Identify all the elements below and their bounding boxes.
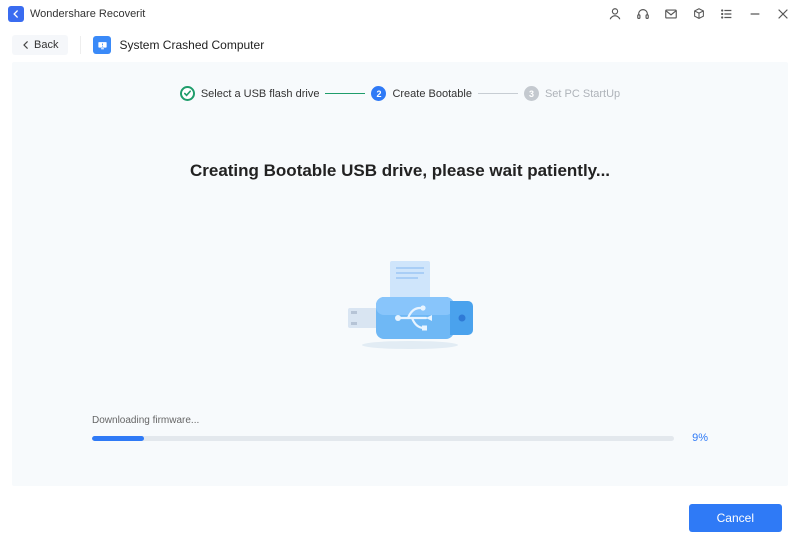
back-button[interactable]: Back — [12, 35, 68, 55]
breadcrumb-label: System Crashed Computer — [119, 38, 264, 52]
step-3-circle: 3 — [524, 86, 539, 101]
main-panel: Select a USB flash drive 2 Create Bootab… — [12, 62, 788, 486]
progress-percent: 9% — [684, 432, 708, 444]
step-2: 2 Create Bootable — [371, 86, 472, 101]
monitor-alert-icon — [97, 40, 108, 51]
close-icon[interactable] — [776, 7, 790, 21]
page-title: Creating Bootable USB drive, please wait… — [12, 161, 788, 181]
stepper: Select a USB flash drive 2 Create Bootab… — [12, 86, 788, 101]
back-label: Back — [34, 39, 58, 51]
minimize-icon[interactable] — [748, 7, 762, 21]
sub-header: Back System Crashed Computer — [0, 28, 800, 62]
progress-status: Downloading firmware... — [92, 415, 708, 426]
progress-area: Downloading firmware... 9% — [92, 415, 708, 444]
title-bar-right — [608, 7, 790, 21]
step-3: 3 Set PC StartUp — [524, 86, 620, 101]
app-logo — [8, 6, 24, 22]
check-icon — [183, 89, 192, 98]
title-bar-left: Wondershare Recoverit — [8, 6, 145, 22]
chevron-left-icon — [22, 41, 30, 49]
usb-drive-icon — [310, 261, 490, 351]
headset-icon[interactable] — [636, 7, 650, 21]
step-line-1 — [325, 93, 365, 95]
app-title: Wondershare Recoverit — [30, 8, 145, 20]
cancel-button[interactable]: Cancel — [689, 504, 782, 532]
step-2-circle: 2 — [371, 86, 386, 101]
step-3-label: Set PC StartUp — [545, 88, 620, 100]
progress-row: 9% — [92, 432, 708, 444]
crashed-computer-icon — [93, 36, 111, 54]
step-1-label: Select a USB flash drive — [201, 88, 320, 100]
step-1-circle — [180, 86, 195, 101]
mail-icon[interactable] — [664, 7, 678, 21]
user-icon[interactable] — [608, 7, 622, 21]
progress-bar — [92, 436, 674, 441]
list-icon[interactable] — [720, 7, 734, 21]
title-bar: Wondershare Recoverit — [0, 0, 800, 28]
progress-fill — [92, 436, 144, 441]
package-icon[interactable] — [692, 7, 706, 21]
step-1: Select a USB flash drive — [180, 86, 320, 101]
arrow-left-icon — [11, 9, 21, 19]
breadcrumb: System Crashed Computer — [80, 36, 264, 54]
step-2-label: Create Bootable — [392, 88, 472, 100]
footer: Cancel — [689, 504, 782, 532]
step-line-2 — [478, 93, 518, 94]
usb-illustration — [12, 261, 788, 351]
